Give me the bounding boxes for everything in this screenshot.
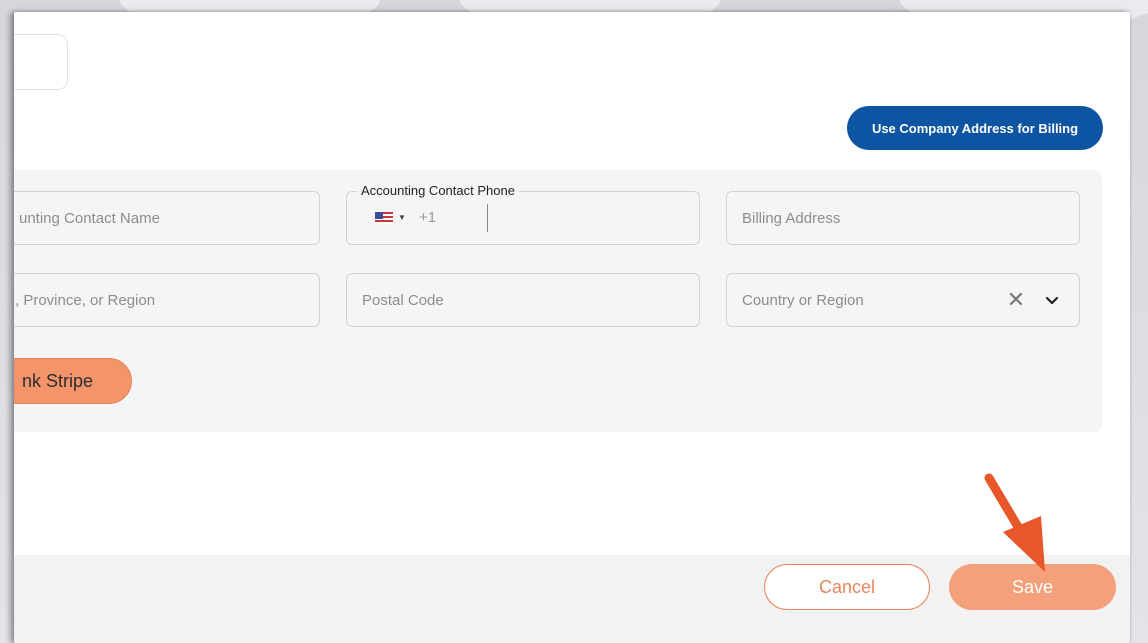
accounting-contact-phone-label: Accounting Contact Phone [357, 183, 519, 198]
caret-down-icon[interactable]: ▼ [398, 213, 406, 222]
cancel-button[interactable]: Cancel [764, 564, 930, 610]
use-company-address-button[interactable]: Use Company Address for Billing [847, 106, 1103, 150]
text-cursor [487, 204, 488, 232]
us-flag-icon[interactable] [375, 212, 393, 224]
phone-dial-code: +1 [419, 209, 437, 226]
top-input-box[interactable] [14, 34, 68, 90]
state-province-region-placeholder: , Province, or Region [15, 291, 156, 309]
country-region-select[interactable]: Country or Region ✕ [726, 273, 1080, 327]
state-province-region-field[interactable]: , Province, or Region [14, 273, 320, 327]
link-stripe-button[interactable]: nk Stripe [14, 358, 132, 404]
postal-code-field[interactable]: Postal Code [346, 273, 700, 327]
billing-modal: Use Company Address for Billing unting C… [14, 12, 1130, 643]
billing-address-placeholder: Billing Address [742, 209, 841, 227]
chevron-down-icon[interactable] [1041, 289, 1063, 311]
billing-address-field[interactable]: Billing Address [726, 191, 1080, 245]
arrow-annotation-icon [984, 473, 1045, 572]
close-icon[interactable]: ✕ [1005, 289, 1027, 311]
accounting-contact-phone-field[interactable]: Accounting Contact Phone ▼ +1 [346, 183, 700, 245]
screen-frame: Use Company Address for Billing unting C… [0, 0, 1148, 643]
country-region-placeholder: Country or Region [742, 291, 864, 309]
billing-form-panel: unting Contact Name Accounting Contact P… [14, 170, 1102, 432]
accounting-contact-name-placeholder: unting Contact Name [19, 209, 160, 227]
postal-code-placeholder: Postal Code [362, 291, 444, 309]
accounting-contact-name-field[interactable]: unting Contact Name [14, 191, 320, 245]
